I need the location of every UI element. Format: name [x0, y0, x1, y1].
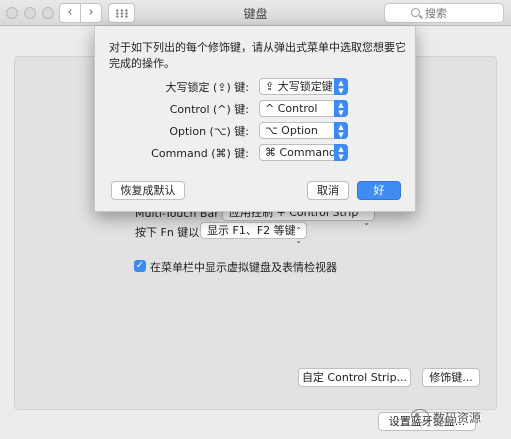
control-popup[interactable]: ^ Control ▲ ▼	[259, 100, 348, 117]
modifier-keys-sheet: 对于如下列出的每个修饰键，请从弹出式菜单中选取您想要它完成的操作。 大写锁定 (…	[94, 26, 416, 212]
checkmark-icon: ✓	[135, 260, 145, 271]
watermark-text: 数码资源	[433, 411, 482, 425]
search-field[interactable]	[384, 3, 504, 23]
fn-key-label: 按下 Fn 键以	[135, 226, 200, 239]
customize-control-strip-button[interactable]: 自定 Control Strip...	[298, 368, 411, 387]
control-popup-value: ^ Control	[265, 102, 318, 115]
restore-defaults-button[interactable]: 恢复成默认	[111, 181, 185, 200]
show-viewer-label: 在菜单栏中显示虚拟键盘及表情检视器	[150, 261, 337, 274]
command-label: Command (⌘) 键:	[151, 147, 249, 160]
command-popup-value: ⌘ Command	[265, 146, 337, 159]
option-label: Option (⌥) 键:	[169, 125, 249, 138]
fn-key-popup-value: 显示 F1、F2 等键	[207, 224, 296, 237]
chevron-updown-icon: ▲ ▼	[334, 100, 348, 117]
wechat-logo-icon	[411, 409, 429, 423]
title-bar: ‹ › 键盘	[0, 0, 511, 26]
option-popup[interactable]: ⌥ Option ▲ ▼	[259, 122, 348, 139]
show-viewer-checkbox[interactable]: ✓	[134, 260, 146, 272]
caps-lock-label: 大写锁定 (⇪) 键:	[165, 81, 250, 94]
search-icon	[411, 8, 420, 17]
option-popup-value: ⌥ Option	[265, 124, 318, 137]
command-popup[interactable]: ⌘ Command ▲ ▼	[259, 144, 348, 161]
chevron-updown-icon: ▲ ▼	[334, 122, 348, 139]
chevron-updown-icon: ⌃ ⌄	[295, 226, 302, 245]
chevron-updown-icon: ▲ ▼	[334, 144, 348, 161]
caps-lock-popup[interactable]: ⇪ 大写锁定键 ▲ ▼	[259, 78, 348, 95]
control-label: Control (^) 键:	[169, 103, 249, 116]
cancel-button[interactable]: 取消	[307, 181, 349, 200]
caps-lock-popup-value: ⇪ 大写锁定键	[265, 80, 333, 93]
ok-button[interactable]: 好	[357, 181, 401, 200]
fn-key-popup[interactable]: 显示 F1、F2 等键 ⌃ ⌄	[200, 222, 307, 245]
search-input[interactable]	[425, 6, 495, 20]
chevron-updown-icon: ▲ ▼	[334, 78, 348, 95]
modifier-keys-button[interactable]: 修饰键...	[422, 368, 480, 387]
watermark: 数码资源	[411, 407, 511, 427]
sheet-instruction: 对于如下列出的每个修饰键，请从弹出式菜单中选取您想要它完成的操作。	[109, 41, 406, 70]
